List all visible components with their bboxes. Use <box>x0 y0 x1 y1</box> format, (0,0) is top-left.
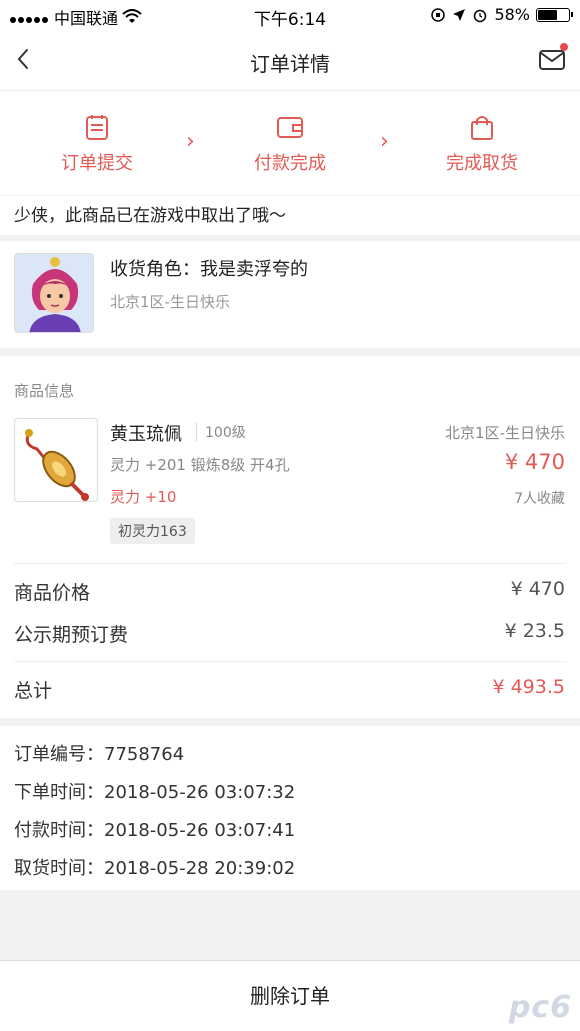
receiver-card: 收货角色：我是卖浮夸的 北京1区-生日快乐 <box>0 241 580 348</box>
step-order-submitted: 订单提交 <box>27 113 167 175</box>
section-title: 商品信息 <box>14 382 75 400</box>
avatar <box>14 253 94 333</box>
shopping-bag-icon <box>471 116 493 140</box>
wallet-icon <box>277 117 303 138</box>
order-info: 订单编号：7758764 下单时间：2018-05-26 03:07:32 付款… <box>0 726 580 890</box>
battery-label: 58% <box>494 5 530 24</box>
divider <box>14 563 566 564</box>
fee-label: 公示期预订费 <box>14 624 129 646</box>
fee-row: 公示期预订费 ¥ 23.5 <box>14 620 565 650</box>
status-bar: 中国联通 下午6:14 58% <box>0 0 580 32</box>
message-button[interactable] <box>538 43 568 74</box>
item-attributes: 灵力 +201 锻炼8级 开4孔 <box>110 456 290 474</box>
total-row: 总计 ¥ 493.5 <box>14 676 565 706</box>
order-time: 下单时间：2018-05-26 03:07:32 <box>14 782 296 803</box>
receiver-server: 北京1区-生日快乐 <box>110 293 230 311</box>
status-right: 58% <box>430 5 573 24</box>
chevron-right-icon: › <box>380 129 389 154</box>
watermark-logo: pc6 <box>508 990 572 1025</box>
price-label: 商品价格 <box>14 582 91 604</box>
price-value: ¥ 470 <box>510 578 565 600</box>
step-pickup-completed: 完成取货 <box>412 113 552 175</box>
nav-bar: 订单详情 <box>0 32 580 91</box>
total-label: 总计 <box>14 680 53 702</box>
pickup-time: 取货时间：2018-05-28 20:39:02 <box>14 858 296 879</box>
item-server: 北京1区-生日快乐 <box>445 424 565 442</box>
alarm-icon <box>474 9 487 22</box>
item-favorites: 7人收藏 <box>514 491 565 507</box>
goods-info: 商品信息 黄玉琉佩 100级 灵力 +201 锻炼8级 开4孔 灵力 +10 初… <box>0 356 580 718</box>
total-value: ¥ 493.5 <box>492 676 565 698</box>
notification-dot <box>560 43 568 51</box>
step-label: 订单提交 <box>61 153 133 174</box>
step-label: 完成取货 <box>446 153 518 174</box>
item-price: ¥ 470 <box>504 450 565 474</box>
step-payment-completed: 付款完成 <box>220 113 360 175</box>
page-title: 订单详情 <box>250 52 330 76</box>
price-row: 商品价格 ¥ 470 <box>14 578 565 608</box>
order-progress: 订单提交 › 付款完成 › 完成取货 <box>0 91 580 195</box>
jade-pendant-icon <box>25 429 89 501</box>
character-avatar-image <box>15 254 93 332</box>
rotation-lock-icon <box>431 7 446 22</box>
step-label: 付款完成 <box>254 153 326 174</box>
battery-icon <box>536 7 573 22</box>
item-image[interactable] <box>14 418 98 502</box>
order-number: 订单编号：7758764 <box>14 744 185 765</box>
delete-order-button[interactable]: 删除订单 <box>0 960 580 1031</box>
pickup-notice: 少侠，此商品已在游戏中取出了哦～ <box>0 195 580 235</box>
divider <box>14 661 566 662</box>
chevron-right-icon: › <box>186 129 195 154</box>
item-spirit-bonus: 灵力 +10 <box>110 488 177 506</box>
payment-time: 付款时间：2018-05-26 03:07:41 <box>14 820 296 841</box>
item-level: 100级 <box>196 422 246 442</box>
location-icon <box>453 8 466 21</box>
fee-value: ¥ 23.5 <box>504 620 565 642</box>
clipboard-icon <box>86 115 108 140</box>
item-name: 黄玉琉佩 <box>110 424 182 445</box>
item-tag: 初灵力163 <box>110 518 195 544</box>
receiver-name: 收货角色：我是卖浮夸的 <box>110 259 308 280</box>
